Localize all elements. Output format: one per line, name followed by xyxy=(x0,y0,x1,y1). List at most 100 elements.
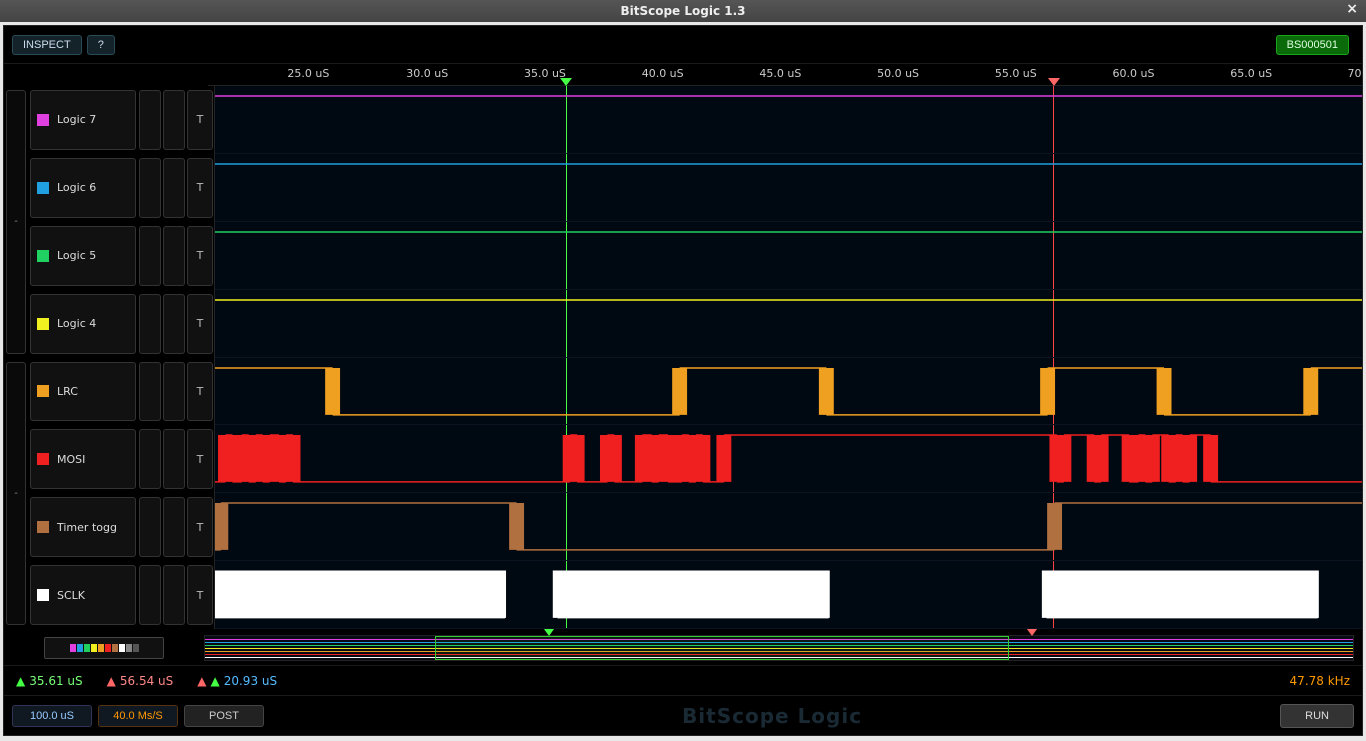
palette-swatch xyxy=(98,644,104,652)
channel-label[interactable]: MOSI xyxy=(30,429,136,489)
channel-option-button[interactable] xyxy=(139,226,161,286)
overview-row xyxy=(4,629,1362,665)
status-bar: ▲ 35.61 uS ▲ 56.54 uS ▲▲ 20.93 uS 47.78 … xyxy=(4,665,1362,695)
channel-color-swatch xyxy=(37,385,49,397)
waveform-area[interactable] xyxy=(214,86,1362,629)
channel-color-swatch xyxy=(37,521,49,533)
channel-label[interactable]: LRC xyxy=(30,362,136,422)
channel-trigger-button[interactable]: T xyxy=(187,294,213,354)
inspect-button[interactable]: INSPECT xyxy=(12,35,82,55)
ruler-tick: 40.0 uS xyxy=(642,67,684,80)
ruler-tick: 55.0 uS xyxy=(995,67,1037,80)
channel-name-text: Logic 7 xyxy=(57,113,96,126)
window-title: BitScope Logic 1.3 xyxy=(620,4,745,18)
channel-group-toggle[interactable]: - xyxy=(6,90,26,354)
palette-swatch xyxy=(119,644,125,652)
channel-option-button[interactable] xyxy=(163,497,185,557)
channel-trigger-button[interactable]: T xyxy=(187,565,213,625)
palette-swatch xyxy=(91,644,97,652)
channel-option-button[interactable] xyxy=(163,294,185,354)
waveform-row[interactable] xyxy=(215,86,1362,154)
cursor-delta-readout: ▲▲ 20.93 uS xyxy=(197,674,277,688)
channel-trigger-button[interactable]: T xyxy=(187,158,213,218)
palette-swatch xyxy=(105,644,111,652)
channel-label[interactable]: Logic 5 xyxy=(30,226,136,286)
samplerate-button[interactable]: 40.0 Ms/S xyxy=(98,705,178,727)
channel-option-button[interactable] xyxy=(139,158,161,218)
channel-option-button[interactable] xyxy=(139,294,161,354)
channel-option-button[interactable] xyxy=(139,429,161,489)
waveform-row[interactable] xyxy=(215,425,1362,493)
channel-trigger-button[interactable]: T xyxy=(187,226,213,286)
waveform-row[interactable] xyxy=(215,358,1362,426)
channel-option-button[interactable] xyxy=(139,565,161,625)
channel-color-swatch xyxy=(37,182,49,194)
ruler-tick: 60.0 uS xyxy=(1113,67,1155,80)
time-ruler[interactable]: 25.0 uS30.0 uS35.0 uS40.0 uS45.0 uS50.0 … xyxy=(208,64,1362,86)
triangle-red-icon: ▲ xyxy=(197,674,206,688)
watermark-text: BitScope Logic xyxy=(270,704,1274,728)
channel-name-text: Logic 6 xyxy=(57,181,96,194)
overview-window[interactable] xyxy=(435,636,1009,660)
channel-option-button[interactable] xyxy=(163,362,185,422)
timebase-button[interactable]: 100.0 uS xyxy=(12,705,92,727)
channel-label[interactable]: Logic 6 xyxy=(30,158,136,218)
palette-swatch xyxy=(70,644,76,652)
channel-color-swatch xyxy=(37,114,49,126)
help-button[interactable]: ? xyxy=(87,35,115,55)
ruler-tick: 65.0 uS xyxy=(1230,67,1272,80)
waveform-row[interactable] xyxy=(215,222,1362,290)
group-column: -- xyxy=(4,86,28,629)
main-area: 25.0 uS30.0 uS35.0 uS40.0 uS45.0 uS50.0 … xyxy=(4,64,1362,735)
channel-trigger-button[interactable]: T xyxy=(187,362,213,422)
channel-label[interactable]: Logic 4 xyxy=(30,294,136,354)
channel-trigger-button[interactable]: T xyxy=(187,90,213,150)
channel-label[interactable]: Logic 7 xyxy=(30,90,136,150)
channel-color-swatch xyxy=(37,318,49,330)
triangle-green-icon: ▲ xyxy=(210,674,219,688)
waveform-row[interactable] xyxy=(215,290,1362,358)
channel-color-swatch xyxy=(37,453,49,465)
overview-cursor-red-icon[interactable] xyxy=(1027,629,1037,636)
channel-trigger-button[interactable]: T xyxy=(187,497,213,557)
ruler-tick: 45.0 uS xyxy=(759,67,801,80)
overview-cursor-green-icon[interactable] xyxy=(544,629,554,636)
channel-option-button[interactable] xyxy=(163,158,185,218)
toolbar: INSPECT ? BS000501 xyxy=(4,26,1362,64)
channel-labels: Logic 7 Logic 6 Logic 5 Logic 4 LRC MOSI Timer… xyxy=(28,86,138,629)
waveform-row[interactable] xyxy=(215,493,1362,561)
channel-label[interactable]: Timer togg xyxy=(30,497,136,557)
channel-palette[interactable] xyxy=(44,637,164,659)
cursor-green-readout: ▲ 35.61 uS xyxy=(16,674,83,688)
waveform-row[interactable] xyxy=(215,154,1362,222)
channels-area: -- Logic 7 Logic 6 Logic 5 Logic 4 LRC MOSI Ti… xyxy=(4,86,1362,629)
channel-option-button[interactable] xyxy=(139,90,161,150)
channel-option-button[interactable] xyxy=(139,497,161,557)
device-id-button[interactable]: BS000501 xyxy=(1276,35,1349,55)
channel-trigger-button[interactable]: T xyxy=(187,429,213,489)
overview-track[interactable] xyxy=(204,635,1354,661)
palette-swatch xyxy=(133,644,139,652)
channel-option-button[interactable] xyxy=(163,565,185,625)
ruler-tick: 50.0 uS xyxy=(877,67,919,80)
channel-group-toggle[interactable]: - xyxy=(6,362,26,626)
window-close-icon[interactable]: × xyxy=(1346,1,1358,17)
channel-label[interactable]: SCLK xyxy=(30,565,136,625)
channel-option-button[interactable] xyxy=(139,362,161,422)
ruler-tick: 70. xyxy=(1347,67,1362,80)
channel-option-button[interactable] xyxy=(163,226,185,286)
triangle-up-red-icon: ▲ xyxy=(107,674,116,688)
channel-name-text: MOSI xyxy=(57,453,85,466)
channel-name-text: Logic 5 xyxy=(57,249,96,262)
trigger-mode-button[interactable]: POST xyxy=(184,705,264,727)
time-ruler-row: 25.0 uS30.0 uS35.0 uS40.0 uS45.0 uS50.0 … xyxy=(4,64,1362,86)
window-titlebar: BitScope Logic 1.3 × xyxy=(0,0,1366,22)
channel-name-text: Timer togg xyxy=(57,521,117,534)
channel-option-button[interactable] xyxy=(163,429,185,489)
app-frame: INSPECT ? BS000501 25.0 uS30.0 uS35.0 uS… xyxy=(3,25,1363,736)
channel-option-button[interactable] xyxy=(163,90,185,150)
waveform-row[interactable] xyxy=(215,561,1362,629)
run-button[interactable]: RUN xyxy=(1280,704,1354,728)
footer-bar: 100.0 uS 40.0 Ms/S POST BitScope Logic R… xyxy=(4,695,1362,735)
palette-swatch xyxy=(112,644,118,652)
